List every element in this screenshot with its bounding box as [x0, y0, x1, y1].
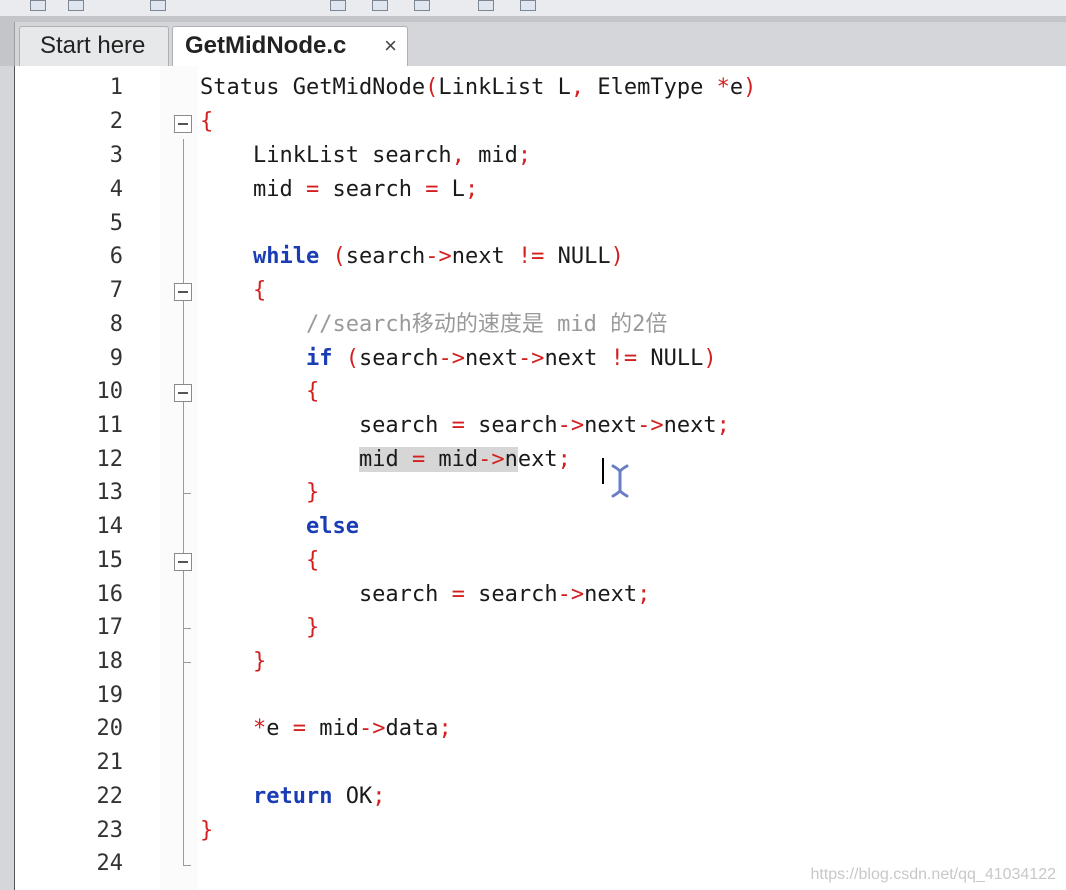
- line-number: 12: [96, 447, 124, 472]
- code-line: 18 }: [15, 645, 1066, 679]
- code-line: 10 {: [15, 375, 1066, 409]
- code-line: 5: [15, 207, 1066, 241]
- line-number: 13: [96, 480, 124, 505]
- tab-start-here-label: Start here: [40, 32, 146, 59]
- line-number: 17: [96, 615, 124, 640]
- code-text: search = search->next;: [200, 582, 651, 607]
- watermark: https://blog.csdn.net/qq_41034122: [810, 866, 1056, 883]
- toolbar-redo-icon[interactable]: [520, 0, 536, 11]
- line-number: 9: [109, 346, 123, 371]
- code-text: if (search->next->next != NULL): [305, 346, 717, 371]
- code-text: mid = search = L;: [200, 177, 479, 202]
- toolbar-open-icon[interactable]: [68, 0, 84, 11]
- toolbar: [0, 0, 1066, 17]
- line-number: 7: [109, 278, 123, 303]
- code-text: *e = mid->data;: [252, 716, 452, 741]
- toolbar-copy-icon[interactable]: [372, 0, 388, 11]
- text-selection: mid = mid->n: [358, 447, 518, 472]
- code-line: 16 search = search->next;: [15, 578, 1066, 612]
- line-number: 6: [109, 244, 123, 269]
- line-number: 24: [96, 851, 124, 876]
- close-icon[interactable]: ×: [384, 27, 397, 65]
- line-number: 3: [109, 143, 123, 168]
- tab-start-here[interactable]: Start here: [19, 26, 169, 66]
- line-number: 23: [96, 818, 124, 843]
- code-editor[interactable]: 1 Status GetMidNode(LinkList L, ElemType…: [14, 66, 1066, 890]
- code-line: 22 return OK;: [15, 780, 1066, 814]
- code-line: 17 }: [15, 611, 1066, 645]
- code-line: 11 search = search->next->next;: [15, 409, 1066, 443]
- line-number: 15: [96, 548, 124, 573]
- code-text: }: [200, 649, 267, 674]
- code-line: 12 mid = mid->next;: [15, 443, 1066, 477]
- code-text: }: [200, 818, 214, 843]
- line-number: 16: [96, 582, 124, 607]
- code-comment: //search移动的速度是 mid 的2倍: [200, 312, 668, 337]
- line-number: 8: [109, 312, 123, 337]
- code-text: {: [200, 379, 320, 404]
- toolbar-undo-icon[interactable]: [478, 0, 494, 11]
- line-number: 20: [96, 716, 124, 741]
- toolbar-cut-icon[interactable]: [330, 0, 346, 11]
- code-text: Status GetMidNode(LinkList L, ElemType *…: [200, 75, 757, 100]
- code-text: }: [200, 615, 320, 640]
- line-number: 11: [96, 413, 124, 438]
- toolbar-save-icon[interactable]: [150, 0, 166, 11]
- code-text: else: [305, 514, 359, 539]
- line-number: 21: [96, 750, 124, 775]
- line-number: 14: [96, 514, 124, 539]
- code-line: 9 if (search->next->next != NULL): [15, 342, 1066, 376]
- code-text: {: [200, 109, 214, 134]
- text-cursor-icon: [611, 464, 629, 498]
- tab-getmidnode-label: GetMidNode.c: [185, 32, 347, 59]
- text-caret: [602, 458, 604, 484]
- line-number: 10: [96, 379, 124, 404]
- code-text: }: [200, 480, 320, 505]
- code-line: 1 Status GetMidNode(LinkList L, ElemType…: [15, 71, 1066, 105]
- code-line: 7 {: [15, 274, 1066, 308]
- tab-getmidnode[interactable]: GetMidNode.c ×: [172, 26, 408, 66]
- code-line: 15 {: [15, 544, 1066, 578]
- line-number: 22: [96, 784, 124, 809]
- code-line: 4 mid = search = L;: [15, 173, 1066, 207]
- line-number: 19: [96, 683, 124, 708]
- tab-strip: Start here GetMidNode.c ×: [14, 22, 1066, 66]
- toolbar-paste-icon[interactable]: [414, 0, 430, 11]
- code-text: return OK;: [252, 784, 386, 809]
- line-number: 4: [109, 177, 123, 202]
- line-number: 18: [96, 649, 124, 674]
- line-number: 2: [109, 109, 123, 134]
- line-number: 1: [109, 75, 123, 100]
- toolbar-new-icon[interactable]: [30, 0, 46, 11]
- code-text: {: [200, 278, 267, 303]
- code-line: 21: [15, 746, 1066, 780]
- code-line: 3 LinkList search, mid;: [15, 139, 1066, 173]
- code-line: 8 //search移动的速度是 mid 的2倍: [15, 308, 1066, 342]
- code-text: LinkList search, mid;: [200, 143, 532, 168]
- code-line: 6 while (search->next != NULL): [15, 240, 1066, 274]
- code-text: search = search->next->next;: [200, 413, 730, 438]
- code-line: 20 *e = mid->data;: [15, 712, 1066, 746]
- code-line: 19: [15, 679, 1066, 713]
- line-number: 5: [109, 211, 123, 236]
- code-line: 2 {: [15, 105, 1066, 139]
- code-line: 23 }: [15, 814, 1066, 848]
- code-text: mid = mid->next;: [358, 447, 571, 472]
- editor-frame: 1 Status GetMidNode(LinkList L, ElemType…: [0, 66, 1066, 890]
- tab-bar: Start here GetMidNode.c ×: [0, 16, 1066, 66]
- code-line: 14 else: [15, 510, 1066, 544]
- code-text: {: [200, 548, 320, 573]
- code-text: while (search->next != NULL): [252, 244, 624, 269]
- code-line: 13 }: [15, 476, 1066, 510]
